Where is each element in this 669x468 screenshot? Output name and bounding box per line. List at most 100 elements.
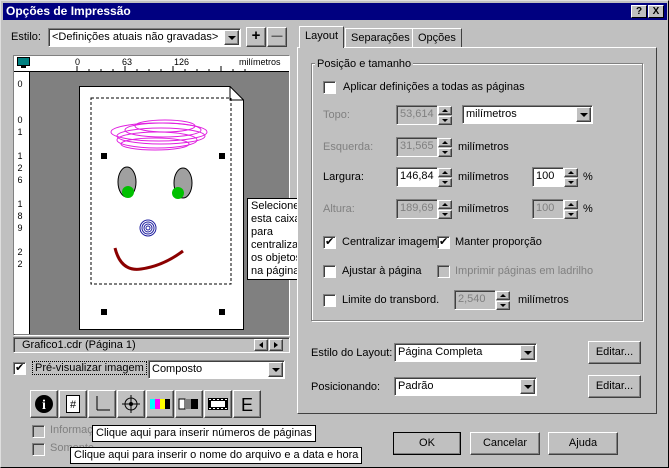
positioning-value: Padrão (398, 380, 434, 392)
position-size-group (311, 63, 643, 321)
edit-positioning-button[interactable]: Editar... (588, 375, 641, 398)
height-input[interactable]: 189,69 (396, 199, 438, 219)
prev-page-button[interactable] (254, 339, 268, 351)
style-label: Estilo: (11, 31, 41, 43)
file-label: Grafico1.cdr (Página 1) (22, 339, 136, 351)
close-button[interactable]: X (648, 5, 664, 18)
dialog-title: Opções de Impressão (6, 4, 131, 18)
vruler-tick: 6 (17, 175, 23, 185)
top-label: Topo: (323, 109, 350, 121)
width-percent-sign: % (583, 171, 593, 183)
center-image-label: Centralizar imagem (342, 236, 438, 248)
center-image-checkbox[interactable] (323, 235, 336, 249)
preview-pane: 0 63 126 milímetros 0 0 1 1 2 6 1 8 9 2 … (13, 55, 308, 336)
height-percent-input[interactable]: 100 (532, 199, 564, 219)
help-title-button[interactable]: ? (631, 5, 647, 18)
height-percent-spinner[interactable] (564, 200, 578, 219)
width-spinner[interactable] (438, 168, 452, 187)
next-page-button[interactable] (269, 339, 283, 351)
file-status-bar: Grafico1.cdr (Página 1) (13, 337, 290, 353)
positioning-select[interactable]: Padrão (394, 377, 537, 396)
chevron-down-icon[interactable] (520, 379, 535, 394)
width-input[interactable]: 146,84 (396, 167, 438, 187)
chevron-down-icon[interactable] (268, 362, 283, 377)
layout-style-select[interactable]: Página Completa (394, 343, 537, 362)
style-value: <Definições atuais não gravadas> (52, 31, 219, 43)
some-checkbox[interactable] (32, 443, 45, 456)
horizontal-ruler: 0 63 126 milímetros (14, 56, 289, 72)
help-button[interactable]: Ajuda (548, 432, 618, 455)
vruler-tick: 8 (17, 211, 23, 221)
group-title: Posição e tamanho (315, 58, 414, 70)
edit-layout-style-button[interactable]: Editar... (588, 341, 641, 364)
top-input[interactable]: 53,614 (396, 105, 438, 125)
height-label: Altura: (323, 203, 355, 215)
width-label: Largura: (323, 171, 364, 183)
crop-marks-icon[interactable] (88, 390, 116, 418)
left-label: Esquerda: (323, 141, 374, 153)
monitor-icon[interactable] (17, 57, 30, 68)
apply-all-label: Aplicar definições a todas as páginas (343, 81, 525, 93)
info-checkbox[interactable] (32, 425, 45, 438)
unit-select[interactable]: milímetros (462, 105, 593, 124)
bleed-input[interactable]: 2,540 (454, 290, 496, 310)
apply-all-checkbox[interactable] (323, 81, 336, 94)
style-select[interactable]: <Definições atuais não gravadas> (48, 28, 241, 47)
left-unit: milímetros (458, 141, 509, 153)
height-spinner[interactable] (438, 200, 452, 219)
keep-ratio-label: Manter proporção (455, 236, 542, 248)
vertical-ruler: 0 0 1 1 2 6 1 8 9 2 2 (14, 72, 30, 334)
svg-text:#: # (70, 399, 77, 411)
preview-mode-value: Composto (152, 363, 203, 375)
title-bar: Opções de Impressão ? X (3, 3, 667, 20)
emulsion-icon[interactable]: E (233, 390, 261, 418)
chevron-down-icon[interactable] (520, 345, 535, 360)
chevron-down-icon[interactable] (576, 107, 591, 122)
vruler-tick: 2 (17, 163, 23, 173)
tile-pages-label: Imprimir páginas em ladrilho (455, 265, 594, 277)
tab-layout[interactable]: Layout (299, 26, 345, 48)
vruler-tick: 0 (17, 79, 23, 89)
layout-style-value: Página Completa (398, 346, 483, 358)
bleed-spinner[interactable] (496, 291, 510, 310)
top-spinner[interactable] (438, 106, 452, 125)
height-unit: milímetros (458, 203, 509, 215)
remove-style-button[interactable]: — (267, 27, 287, 47)
film-strip-icon[interactable] (204, 390, 232, 418)
cancel-button[interactable]: Cancelar (470, 432, 540, 455)
preview-image-label: Pré-visualizar imagem (32, 361, 147, 375)
keep-ratio-checkbox[interactable] (437, 235, 450, 249)
registration-mark-icon[interactable] (117, 390, 145, 418)
preview-page-drawing (79, 86, 244, 330)
vruler-tick: 1 (17, 151, 23, 161)
vruler-tick: 0 (17, 115, 23, 125)
chevron-down-icon[interactable] (224, 30, 239, 45)
svg-text:i: i (42, 398, 46, 413)
tab-opcoes[interactable]: Opções (412, 28, 462, 48)
page-number-icon[interactable]: # (59, 390, 87, 418)
tab-separacoes[interactable]: Separações (345, 28, 416, 48)
vertical-ruler-labels: 0 0 1 1 2 6 1 8 9 2 2 (16, 78, 24, 270)
vruler-tick: 1 (17, 127, 23, 137)
tile-pages-checkbox[interactable] (437, 265, 450, 278)
preview-mode-select[interactable]: Composto (148, 360, 285, 379)
print-options-dialog: Opções de Impressão ? X Estilo: <Definiç… (0, 0, 669, 468)
width-percent-input[interactable]: 100 (532, 167, 564, 187)
vruler-tick: 2 (17, 259, 23, 269)
fit-page-checkbox[interactable] (323, 265, 336, 278)
vruler-tick: 9 (17, 223, 23, 233)
svg-text:E: E (241, 395, 253, 414)
preview-image-checkbox[interactable] (13, 361, 26, 375)
color-bars-icon[interactable] (146, 390, 174, 418)
preview-page (79, 86, 244, 330)
left-input[interactable]: 31,565 (396, 137, 438, 157)
densitometer-icon[interactable] (175, 390, 203, 418)
add-style-button[interactable]: + (246, 27, 266, 47)
width-percent-spinner[interactable] (564, 168, 578, 187)
ok-button[interactable]: OK (393, 432, 461, 455)
vruler-tick: 2 (17, 247, 23, 257)
left-spinner[interactable] (438, 138, 452, 157)
info-icon[interactable]: i (30, 390, 58, 418)
bleed-checkbox[interactable] (323, 294, 336, 307)
layout-style-label: Estilo do Layout: (311, 347, 393, 359)
